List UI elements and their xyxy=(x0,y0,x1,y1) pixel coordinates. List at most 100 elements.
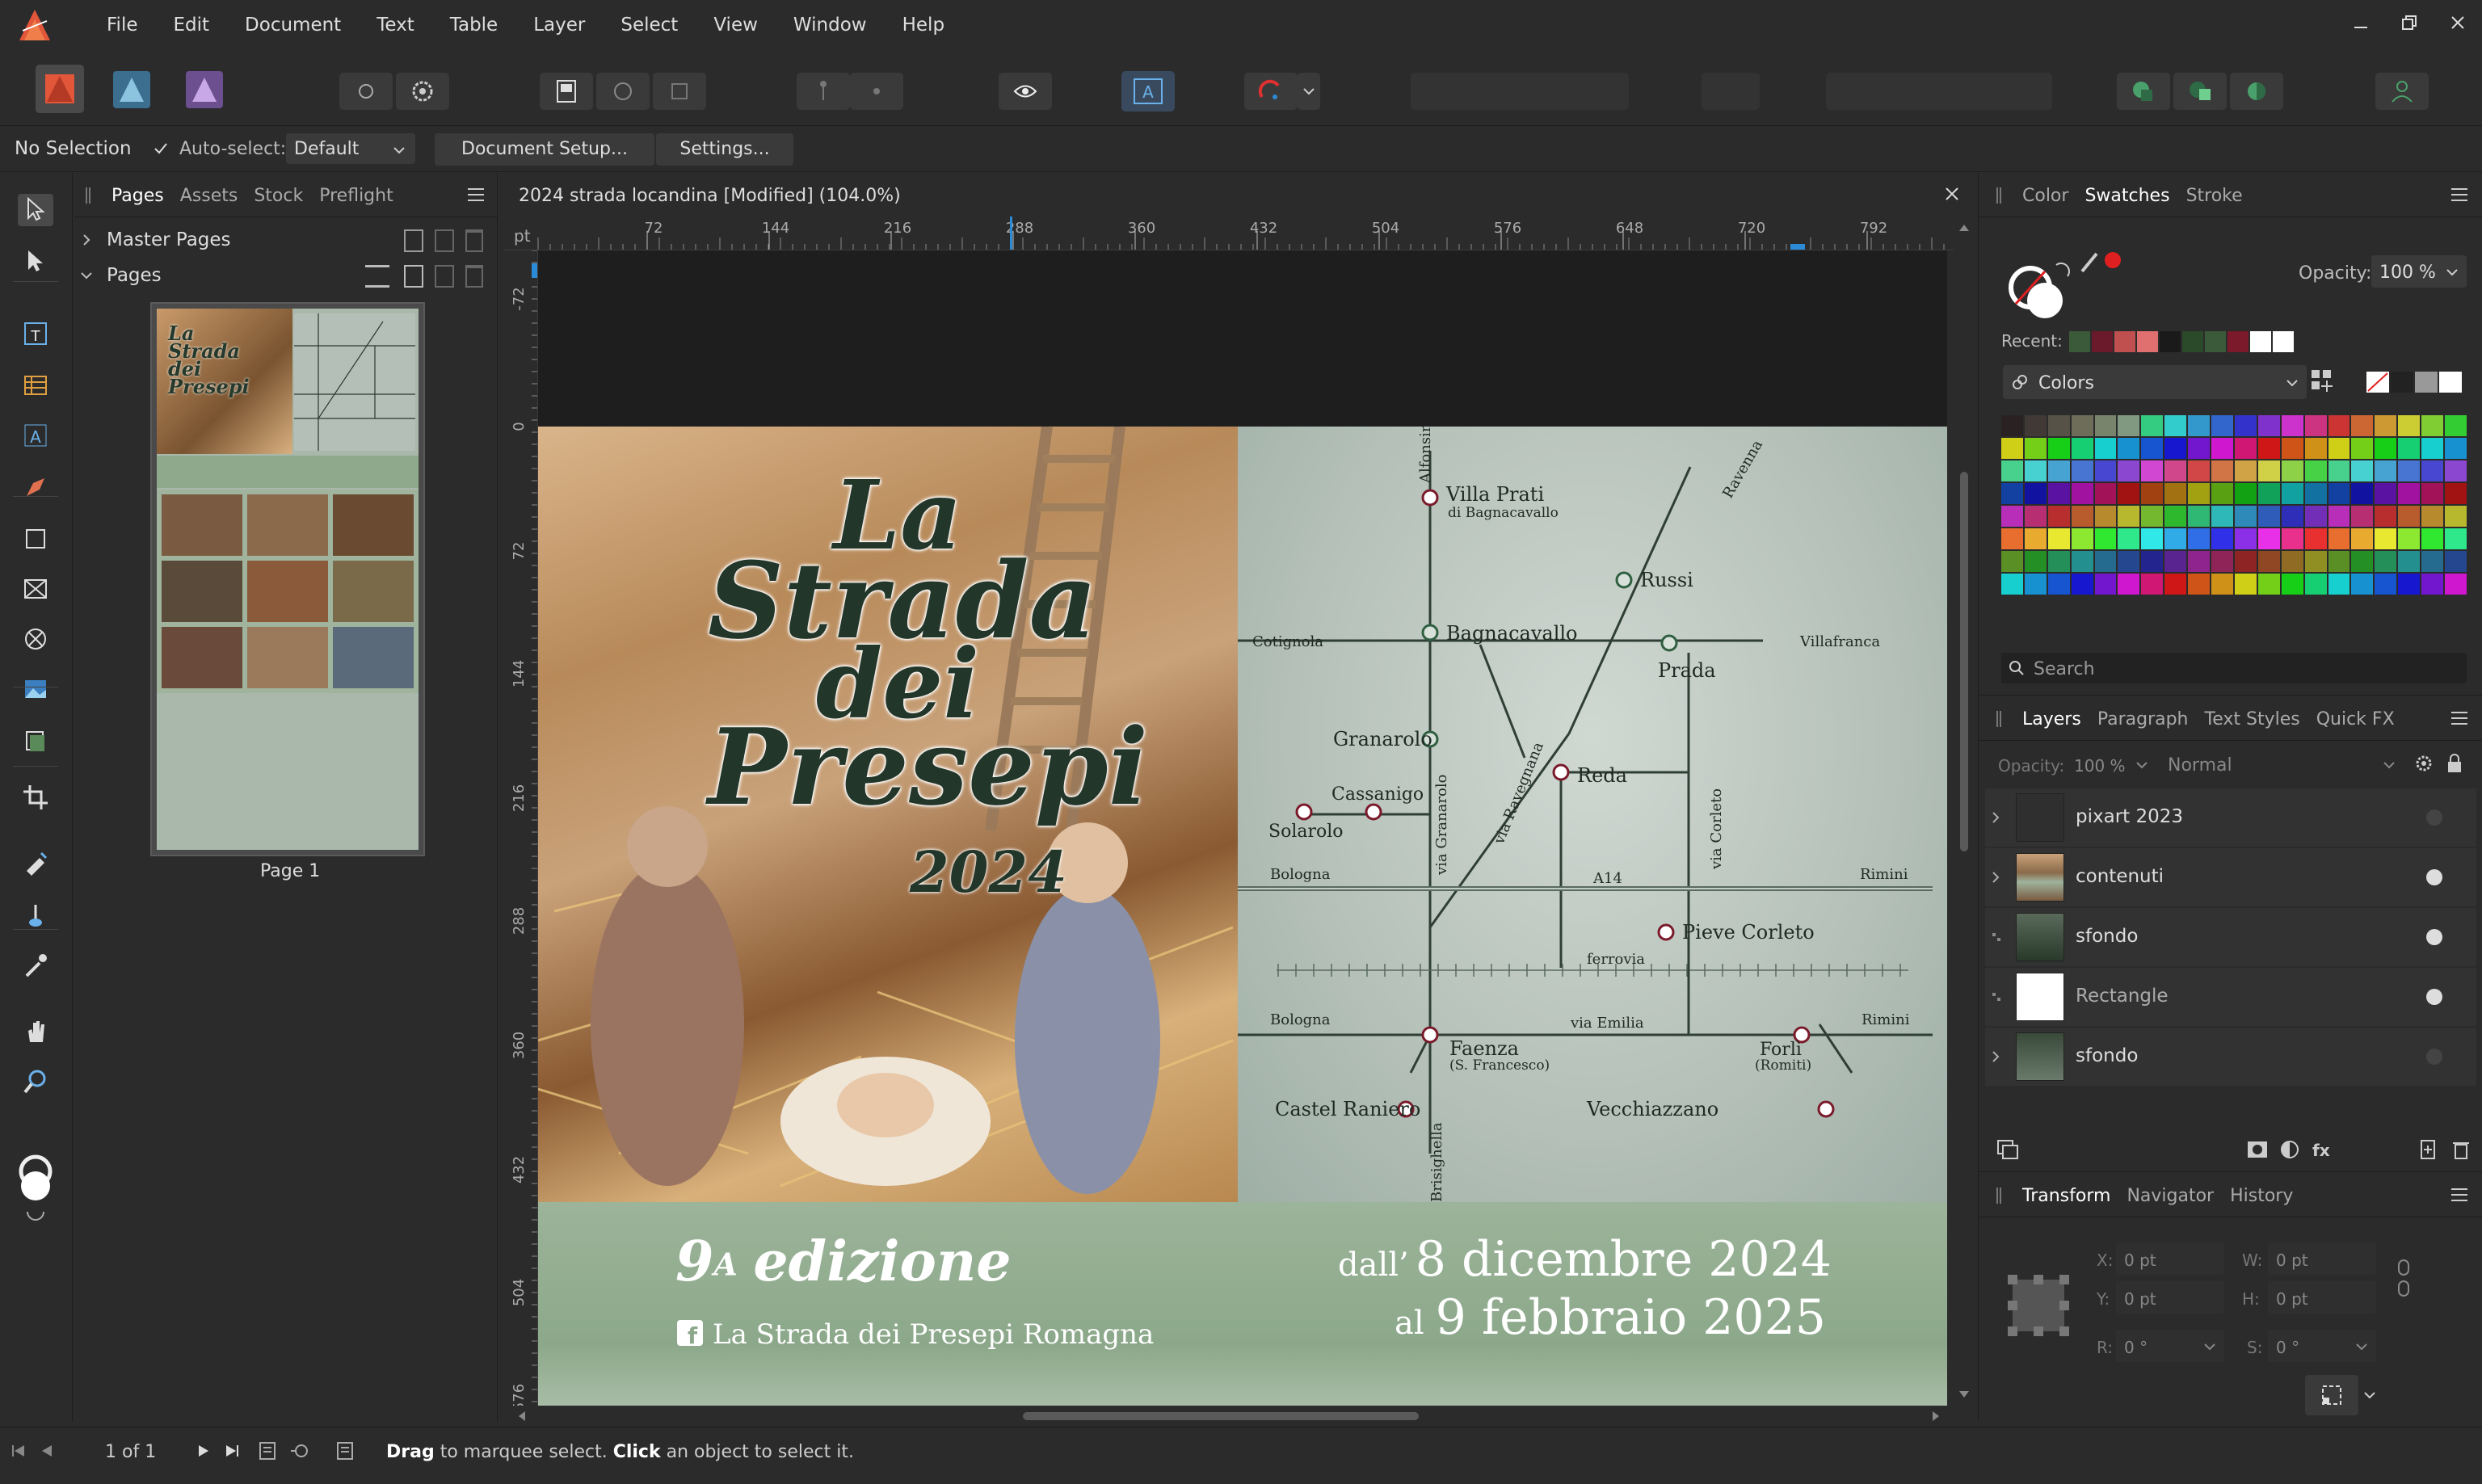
snapping-button[interactable] xyxy=(1244,73,1298,110)
r-field[interactable]: 0 ° xyxy=(2116,1330,2224,1362)
zoom-tool-icon[interactable] xyxy=(18,1066,53,1099)
color-swatch[interactable] xyxy=(2001,438,2023,459)
color-swatch[interactable] xyxy=(2094,483,2117,504)
tab-layers[interactable]: Layers xyxy=(2014,708,2089,731)
color-swatch[interactable] xyxy=(2164,506,2187,527)
color-swatch[interactable] xyxy=(2257,528,2280,549)
color-swatch[interactable] xyxy=(2421,528,2444,549)
swatch-search[interactable]: Search xyxy=(2001,653,2467,683)
layers-menu-icon[interactable] xyxy=(2449,708,2470,729)
resource-manager-icon[interactable] xyxy=(18,725,53,758)
close-document-button[interactable] xyxy=(1942,184,1962,204)
close-window-button[interactable] xyxy=(2448,13,2467,32)
gear-icon[interactable] xyxy=(396,73,449,110)
prev-page-icon[interactable] xyxy=(39,1442,57,1460)
color-swatch[interactable] xyxy=(2328,438,2350,459)
delete-layer-icon[interactable] xyxy=(2450,1139,2471,1160)
place-image-tool-icon[interactable] xyxy=(18,674,53,706)
lock-icon[interactable] xyxy=(2446,753,2463,774)
color-swatch[interactable] xyxy=(2141,574,2164,595)
color-swatch[interactable] xyxy=(2398,460,2421,481)
horizontal-scrollbar[interactable] xyxy=(504,1406,1954,1427)
transform-menu-icon[interactable] xyxy=(2449,1184,2470,1205)
color-swatch[interactable] xyxy=(2351,483,2374,504)
layer-row[interactable]: sfondo xyxy=(1985,1028,2476,1086)
color-swatch[interactable] xyxy=(2257,574,2280,595)
color-swatch[interactable] xyxy=(2071,460,2093,481)
vertical-ruler[interactable]: -72 0 72 144 216 288 360 432 504 576 xyxy=(504,250,538,1406)
color-swatch[interactable] xyxy=(2211,574,2233,595)
menu-window[interactable]: Window xyxy=(776,15,885,42)
color-swatch[interactable] xyxy=(2398,483,2421,504)
boolean-add-icon[interactable] xyxy=(2117,73,2170,110)
color-swatch[interactable] xyxy=(2094,460,2117,481)
layer-settings-gear-icon[interactable] xyxy=(2413,753,2434,774)
map[interactable]: Alfonsine Ravenna Villa Prati di Bagnacaval… xyxy=(1238,427,1947,1202)
color-swatch[interactable] xyxy=(2024,551,2047,572)
color-swatch[interactable] xyxy=(2421,460,2444,481)
align-button[interactable] xyxy=(1702,73,1760,110)
anchor-button[interactable] xyxy=(850,73,903,110)
settings-button[interactable]: Settings... xyxy=(656,133,793,166)
arrange-layers-icon[interactable] xyxy=(1996,1139,2021,1160)
color-swatch[interactable] xyxy=(2421,483,2444,504)
menu-table[interactable]: Table xyxy=(432,15,515,42)
vecchiazzano-marker[interactable] xyxy=(1817,1100,1835,1118)
table-tool-icon[interactable] xyxy=(18,370,53,402)
layer-visibility-toggle[interactable] xyxy=(2426,989,2442,1005)
layer-expand-icon[interactable] xyxy=(1988,989,2005,1005)
recent-swatch[interactable] xyxy=(2160,331,2181,352)
preview-mode-button[interactable] xyxy=(999,73,1052,110)
color-swatch[interactable] xyxy=(2445,460,2467,481)
snapping-dropdown-icon[interactable] xyxy=(1298,73,1320,110)
color-swatch[interactable] xyxy=(2445,574,2467,595)
color-swatch[interactable] xyxy=(2304,460,2327,481)
cassanigo-marker[interactable] xyxy=(1365,803,1382,821)
color-swatch[interactable] xyxy=(2211,506,2233,527)
page-list-icon[interactable] xyxy=(257,1440,278,1461)
duplicate-master-icon[interactable] xyxy=(435,229,454,252)
color-swatch[interactable] xyxy=(2118,551,2140,572)
master-pages-section[interactable]: Master Pages xyxy=(74,223,498,257)
black-swatch[interactable] xyxy=(2391,372,2413,393)
tab-pages[interactable]: Pages xyxy=(103,184,172,208)
panel-grip[interactable] xyxy=(1996,187,2001,204)
color-swatch[interactable] xyxy=(2234,551,2257,572)
color-swatch[interactable] xyxy=(2188,460,2211,481)
tab-navigator[interactable]: Navigator xyxy=(2118,1184,2222,1208)
fx-icon[interactable]: fx xyxy=(2310,1139,2334,1160)
panel-menu-icon[interactable] xyxy=(465,184,486,205)
color-swatch[interactable] xyxy=(2398,415,2421,436)
palette-grid-icon[interactable] xyxy=(2308,367,2337,396)
tab-history[interactable]: History xyxy=(2222,1184,2301,1208)
color-swatch[interactable] xyxy=(2071,415,2093,436)
color-swatch[interactable] xyxy=(2328,506,2350,527)
color-swatch[interactable] xyxy=(2375,483,2397,504)
layer-expand-icon[interactable] xyxy=(1988,929,2005,945)
color-swatch[interactable] xyxy=(2398,574,2421,595)
tab-quick-fx[interactable]: Quick FX xyxy=(2308,708,2403,731)
color-swatch[interactable] xyxy=(2257,551,2280,572)
color-swatch[interactable] xyxy=(2047,551,2070,572)
menu-layer[interactable]: Layer xyxy=(515,15,603,42)
color-swatch[interactable] xyxy=(2234,528,2257,549)
opacity-field[interactable]: 100 % xyxy=(2371,255,2467,288)
color-swatch[interactable] xyxy=(2421,551,2444,572)
mask-icon[interactable] xyxy=(2245,1139,2270,1160)
color-swatch[interactable] xyxy=(2281,528,2303,549)
tab-stock[interactable]: Stock xyxy=(246,184,311,208)
color-swatch[interactable] xyxy=(2164,574,2187,595)
color-swatch[interactable] xyxy=(2351,460,2374,481)
menu-text[interactable]: Text xyxy=(359,15,432,42)
color-swatch[interactable] xyxy=(2375,528,2397,549)
last-page-icon[interactable] xyxy=(223,1442,241,1460)
color-swatch[interactable] xyxy=(2281,574,2303,595)
color-swatch[interactable] xyxy=(2001,506,2023,527)
color-swatch[interactable] xyxy=(2398,551,2421,572)
color-swatch[interactable] xyxy=(2351,415,2374,436)
pages-section[interactable]: Pages xyxy=(74,259,498,292)
vertical-scroll-thumb[interactable] xyxy=(1960,472,1968,851)
color-swatch[interactable] xyxy=(2257,483,2280,504)
color-swatch[interactable] xyxy=(2234,506,2257,527)
color-swatch[interactable] xyxy=(2328,574,2350,595)
